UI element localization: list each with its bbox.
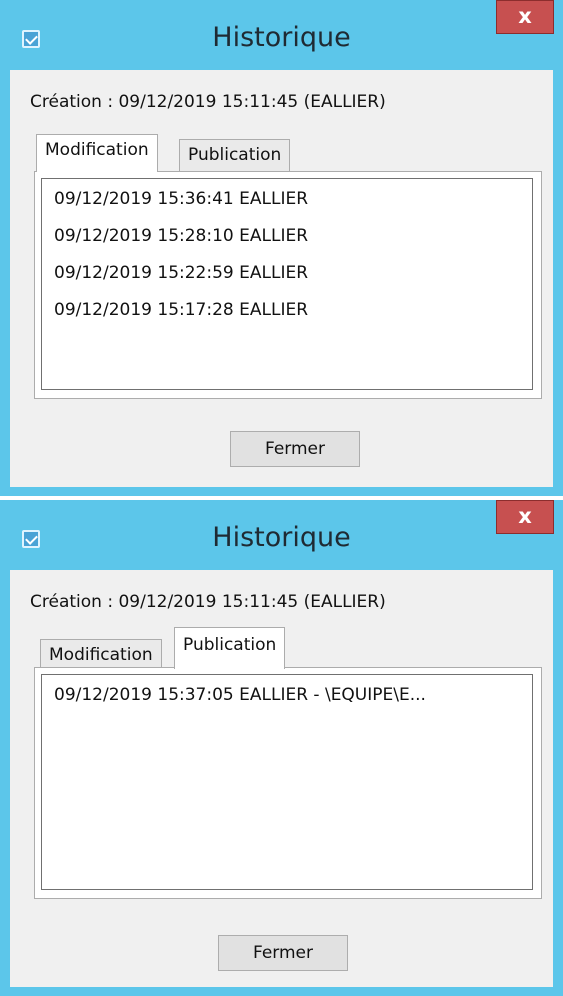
- list-item[interactable]: 09/12/2019 15:37:05 EALLIER - \EQUIPE\E.…: [54, 685, 426, 705]
- fermer-button[interactable]: Fermer: [218, 935, 348, 971]
- history-list[interactable]: 09/12/2019 15:37:05 EALLIER - \EQUIPE\E.…: [41, 674, 533, 890]
- close-window-button[interactable]: x: [496, 0, 554, 34]
- creation-info: Création : 09/12/2019 15:11:45 (EALLIER): [30, 92, 386, 112]
- history-window-publication: Historique x Création : 09/12/2019 15:11…: [0, 500, 563, 996]
- tab-publication[interactable]: Publication: [174, 627, 286, 669]
- dialog-body: Création : 09/12/2019 15:11:45 (EALLIER)…: [10, 570, 553, 987]
- tab-panel: 09/12/2019 15:37:05 EALLIER - \EQUIPE\E.…: [34, 667, 542, 899]
- tab-publication[interactable]: Publication: [179, 139, 291, 173]
- creation-info: Création : 09/12/2019 15:11:45 (EALLIER): [30, 592, 386, 612]
- window-title: Historique: [212, 522, 351, 553]
- history-window-modification: Historique x Création : 09/12/2019 15:11…: [0, 0, 563, 496]
- fermer-button[interactable]: Fermer: [230, 431, 360, 467]
- history-list[interactable]: 09/12/2019 15:36:41 EALLIER 09/12/2019 1…: [41, 178, 533, 390]
- dialog-body: Création : 09/12/2019 15:11:45 (EALLIER)…: [10, 70, 553, 487]
- list-item[interactable]: 09/12/2019 15:17:28 EALLIER: [54, 300, 308, 320]
- window-title: Historique: [212, 22, 351, 53]
- list-item[interactable]: 09/12/2019 15:36:41 EALLIER: [54, 189, 308, 209]
- list-item[interactable]: 09/12/2019 15:22:59 EALLIER: [54, 263, 308, 283]
- list-item[interactable]: 09/12/2019 15:28:10 EALLIER: [54, 226, 308, 246]
- tab-panel: 09/12/2019 15:36:41 EALLIER 09/12/2019 1…: [34, 171, 542, 399]
- close-window-button[interactable]: x: [496, 500, 554, 534]
- tab-modification[interactable]: Modification: [36, 134, 158, 172]
